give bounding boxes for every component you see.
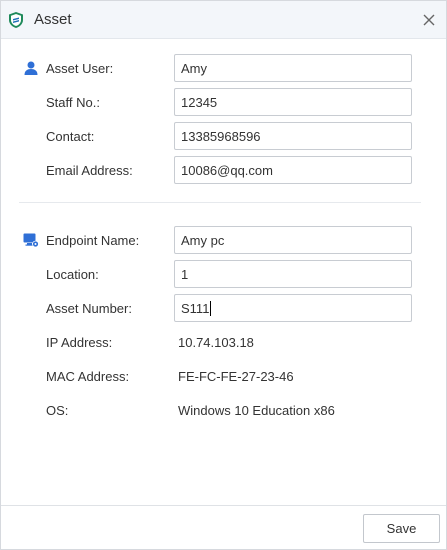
location-row: Location: — [1, 260, 446, 288]
endpoint-name-input[interactable] — [174, 226, 412, 254]
contact-label: Contact: — [46, 129, 95, 144]
asset-number-value: S111 — [181, 301, 210, 316]
endpoint-name-row: Endpoint Name: — [1, 226, 446, 254]
staff-no-row: Staff No.: — [1, 88, 446, 116]
asset-dialog: Asset Asset User: Staff No.: Contact: Em… — [0, 0, 447, 550]
os-row: OS: Windows 10 Education x86 — [1, 396, 446, 424]
contact-input[interactable] — [174, 122, 412, 150]
dialog-title: Asset — [34, 11, 72, 28]
mac-address-row: MAC Address: FE-FC-FE-27-23-46 — [1, 362, 446, 390]
staff-no-input[interactable] — [174, 88, 412, 116]
contact-row: Contact: — [1, 122, 446, 150]
asset-number-input[interactable]: S111 — [174, 294, 412, 322]
asset-number-row: Asset Number: S111 — [1, 294, 446, 322]
os-label: OS: — [46, 403, 69, 418]
email-input[interactable] — [174, 156, 412, 184]
email-label: Email Address: — [46, 163, 133, 178]
computer-gear-icon — [23, 233, 39, 248]
ip-address-row: IP Address: 10.74.103.18 — [1, 328, 446, 356]
ip-address-value: 10.74.103.18 — [178, 335, 254, 350]
mac-address-value: FE-FC-FE-27-23-46 — [178, 369, 294, 384]
footer-divider — [1, 505, 446, 506]
asset-number-label: Asset Number: — [46, 301, 132, 316]
os-value: Windows 10 Education x86 — [178, 403, 335, 418]
asset-user-row: Asset User: — [1, 54, 446, 82]
mac-address-label: MAC Address: — [46, 369, 130, 384]
close-icon[interactable] — [419, 10, 439, 30]
location-input[interactable] — [174, 260, 412, 288]
person-icon — [24, 61, 38, 75]
save-button[interactable]: Save — [363, 514, 440, 543]
location-label: Location: — [46, 267, 99, 282]
text-caret — [210, 301, 212, 316]
email-row: Email Address: — [1, 156, 446, 184]
shield-logo-icon — [9, 12, 23, 28]
section-divider — [19, 202, 421, 203]
asset-user-input[interactable] — [174, 54, 412, 82]
title-bar: Asset — [1, 1, 446, 39]
staff-no-label: Staff No.: — [46, 95, 100, 110]
asset-user-label: Asset User: — [46, 61, 114, 76]
endpoint-name-label: Endpoint Name: — [46, 233, 140, 248]
ip-address-label: IP Address: — [46, 335, 113, 350]
